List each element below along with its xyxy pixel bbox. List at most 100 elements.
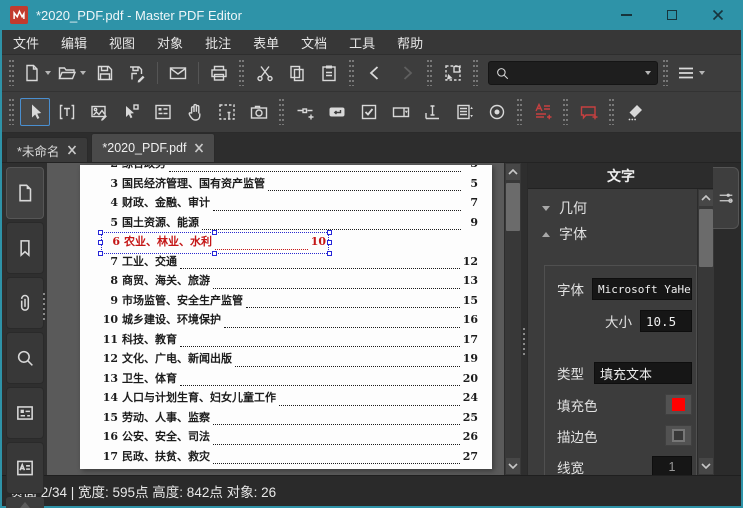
cut-button[interactable] (250, 59, 280, 87)
toolbar-grip[interactable] (516, 99, 524, 125)
chevron-down-icon[interactable] (645, 71, 651, 75)
search-input[interactable] (488, 61, 658, 85)
toc-row[interactable]: 5 国土资源、能源 9 (102, 214, 478, 234)
type-select[interactable]: 填充文本 (594, 362, 692, 384)
toc-row[interactable]: 17 民政、扶贫、救灾 27 (102, 448, 478, 468)
print-button[interactable] (204, 59, 234, 87)
toc-row[interactable]: 9 市场监管、安全生产监管 15 (102, 292, 478, 312)
toc-row[interactable]: 18民族、宗教28 (102, 467, 478, 469)
toc-row[interactable]: 15 劳动、人事、监察 25 (102, 409, 478, 429)
copy-button[interactable] (282, 59, 312, 87)
toolbar-grip[interactable] (8, 60, 16, 86)
bookmarks-panel-button[interactable] (6, 222, 44, 274)
menu-item-0[interactable]: 文件 (2, 30, 50, 55)
tab-untitled[interactable]: *未命名 (6, 137, 89, 162)
edit-text-tool-button[interactable] (52, 98, 82, 126)
toc-row[interactable]: 12 文化、广电、新闻出版 19 (102, 350, 478, 370)
selection-handle[interactable] (98, 230, 103, 235)
toolbar-grip[interactable] (562, 99, 570, 125)
scrollbar-thumb[interactable] (699, 209, 713, 267)
checkbox-field-button[interactable] (354, 98, 384, 126)
toolbar-grip[interactable] (426, 60, 434, 86)
menu-item-8[interactable]: 帮助 (386, 30, 434, 55)
panel-scrollbar[interactable] (697, 189, 714, 475)
maximize-button[interactable] (649, 0, 695, 30)
selection-handle[interactable] (327, 230, 332, 235)
form-properties-tool-button[interactable] (148, 98, 178, 126)
minimize-button[interactable] (603, 0, 649, 30)
scroll-up-button[interactable] (506, 164, 520, 180)
menu-item-7[interactable]: 工具 (338, 30, 386, 55)
radio-field-button[interactable] (482, 98, 512, 126)
sidebar-resize-grip[interactable] (42, 293, 46, 321)
toolbar-grip[interactable] (608, 99, 616, 125)
toc-row[interactable]: 7 工业、交通 12 (102, 253, 478, 273)
select-region-tool-button[interactable] (212, 98, 242, 126)
toolbar-grip[interactable] (472, 60, 480, 86)
annotations-panel-button[interactable] (6, 442, 44, 494)
pushbutton-field-button[interactable] (322, 98, 352, 126)
selection-handle[interactable] (212, 250, 217, 256)
font-section-header[interactable]: 字体 (528, 221, 714, 247)
main-menu-button[interactable] (674, 59, 707, 87)
combobox-field-button[interactable] (386, 98, 416, 126)
paste-button[interactable] (314, 59, 344, 87)
toc-row[interactable]: 2 综合政务 3 (102, 165, 478, 175)
link-tool-button[interactable] (290, 98, 320, 126)
toolbar-grip[interactable] (8, 99, 16, 125)
font-size-input[interactable]: 10.5 (640, 310, 692, 332)
toc-row[interactable]: 14 人口与计划生育、妇女儿童工作 24 (102, 389, 478, 409)
search-panel-button[interactable] (6, 332, 44, 384)
select-tool-button[interactable] (20, 98, 50, 126)
fit-page-button[interactable] (438, 59, 468, 87)
toolbar-grip[interactable] (662, 60, 670, 86)
font-family-input[interactable]: Microsoft YaHei (592, 278, 692, 300)
open-file-button[interactable] (55, 59, 88, 87)
textfield-field-button[interactable] (418, 98, 448, 126)
save-as-button[interactable] (122, 59, 152, 87)
scrollbar-thumb[interactable] (506, 183, 520, 231)
add-comment-button[interactable] (574, 98, 604, 126)
toc-row-selected[interactable]: 6 农业、林业、水利 10 (98, 230, 332, 256)
stroke-color-button[interactable] (665, 425, 692, 446)
email-button[interactable] (163, 59, 193, 87)
back-button[interactable] (360, 59, 390, 87)
menu-item-3[interactable]: 对象 (146, 30, 194, 55)
toc-row[interactable]: 3 国民经济管理、国有资产监管 5 (102, 175, 478, 195)
forward-button[interactable] (392, 59, 422, 87)
thumbnails-panel-button[interactable] (6, 167, 44, 219)
selection-handle[interactable] (98, 250, 103, 256)
page-scrollbar[interactable] (504, 163, 521, 475)
close-button[interactable] (695, 0, 741, 30)
properties-tab[interactable] (713, 167, 739, 229)
menu-item-6[interactable]: 文档 (290, 30, 338, 55)
toc-row[interactable]: 10 城乡建设、环境保护 16 (102, 311, 478, 331)
pdf-page[interactable]: 2 综合政务 3 3 国民经济管理、国有资产监管 5 4 财政、金融、审计 7 5 国土资源、能源 9… (80, 165, 492, 469)
toc-row[interactable]: 16 公安、安全、司法 26 (102, 428, 478, 448)
listbox-field-button[interactable] (450, 98, 480, 126)
sidebar-scroll-up-button[interactable] (6, 497, 44, 508)
scroll-up-button[interactable] (699, 190, 713, 206)
snapshot-tool-button[interactable] (244, 98, 274, 126)
toolbar-grip[interactable] (278, 99, 286, 125)
geometry-section-header[interactable]: 几何 (528, 195, 714, 221)
scroll-down-button[interactable] (699, 458, 713, 474)
scroll-down-button[interactable] (506, 458, 520, 474)
toolbar-grip[interactable] (348, 60, 356, 86)
attachments-panel-button[interactable] (6, 277, 44, 329)
toolbar-grip[interactable] (238, 60, 246, 86)
hand-tool-button[interactable] (180, 98, 210, 126)
close-icon[interactable] (194, 143, 204, 153)
new-document-button[interactable] (20, 59, 53, 87)
page-view[interactable]: 2 综合政务 3 3 国民经济管理、国有资产监管 5 4 财政、金融、审计 7 5 国土资源、能源 9… (47, 163, 521, 475)
line-width-input[interactable]: 1 (652, 456, 692, 475)
tab-2020-pdf[interactable]: *2020_PDF.pdf (91, 133, 216, 162)
form-fields-panel-button[interactable] (6, 387, 44, 439)
menu-item-4[interactable]: 批注 (194, 30, 242, 55)
edit-image-tool-button[interactable] (84, 98, 114, 126)
selection-handle[interactable] (98, 239, 103, 245)
edit-path-tool-button[interactable] (116, 98, 146, 126)
save-button[interactable] (90, 59, 120, 87)
selection-handle[interactable] (212, 230, 217, 235)
toc-row[interactable]: 8 商贸、海关、旅游 13 (102, 272, 478, 292)
